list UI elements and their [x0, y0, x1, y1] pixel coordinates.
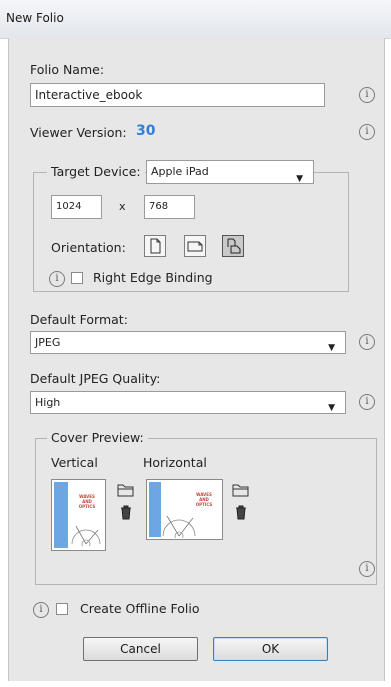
info-icon[interactable]: i: [359, 124, 375, 140]
portrait-button[interactable]: [144, 235, 166, 257]
target-device-value: Apple iPad: [151, 165, 209, 178]
ok-button[interactable]: OK: [213, 637, 328, 661]
folder-icon[interactable]: [232, 483, 250, 497]
landscape-button[interactable]: [184, 235, 206, 257]
cover-spine: [54, 482, 68, 548]
cover-protractor-graphic: [162, 515, 196, 538]
viewer-version-label: Viewer Version:: [30, 125, 127, 140]
trash-icon[interactable]: [234, 505, 248, 520]
info-icon[interactable]: i: [359, 334, 375, 350]
horizontal-cover-thumbnail[interactable]: WAVES AND OPTICS: [146, 479, 223, 540]
chevron-down-icon: ▼: [328, 403, 335, 413]
folder-icon[interactable]: [117, 483, 135, 497]
chevron-down-icon: ▼: [296, 174, 303, 184]
info-icon[interactable]: i: [33, 602, 49, 618]
right-edge-binding-checkbox[interactable]: [71, 272, 83, 284]
info-icon[interactable]: i: [359, 87, 375, 103]
cancel-button[interactable]: Cancel: [83, 637, 198, 661]
vertical-label: Vertical: [51, 455, 98, 470]
cover-title-text: WAVES AND OPTICS: [195, 492, 213, 507]
orientation-label: Orientation:: [51, 240, 126, 255]
portrait-icon: [150, 238, 161, 254]
chevron-down-icon: ▼: [328, 343, 335, 353]
target-device-label: Target Device:: [47, 164, 145, 179]
both-orientations-icon: [227, 238, 241, 254]
trash-icon[interactable]: [119, 505, 133, 520]
window-title: New Folio: [6, 11, 64, 25]
jpeg-quality-value: High: [35, 396, 61, 409]
vertical-cover-thumbnail[interactable]: WAVES AND OPTICS: [51, 479, 106, 551]
title-bar[interactable]: New Folio: [0, 0, 391, 39]
cover-spine: [149, 482, 161, 537]
info-icon[interactable]: i: [359, 394, 375, 410]
create-offline-folio-checkbox[interactable]: [56, 603, 68, 615]
create-offline-folio-label: Create Offline Folio: [80, 601, 200, 616]
height-input[interactable]: 768: [144, 195, 195, 219]
cover-title-text: WAVES AND OPTICS: [78, 494, 96, 509]
cover-preview-label: Cover Preview:: [47, 430, 148, 445]
landscape-icon: [187, 241, 203, 252]
horizontal-label: Horizontal: [143, 455, 207, 470]
folio-name-input[interactable]: Interactive_ebook: [30, 83, 325, 107]
default-format-dropdown[interactable]: JPEG ▼: [30, 331, 346, 354]
viewer-version-value: 30: [136, 123, 156, 139]
width-input[interactable]: 1024: [51, 195, 102, 219]
info-icon[interactable]: i: [359, 561, 375, 577]
default-format-label: Default Format:: [30, 312, 128, 327]
info-icon[interactable]: i: [49, 271, 65, 287]
jpeg-quality-label: Default JPEG Quality:: [30, 371, 161, 386]
folio-name-label: Folio Name:: [30, 62, 105, 77]
both-orientations-button[interactable]: [222, 235, 244, 257]
right-edge-binding-label: Right Edge Binding: [93, 270, 213, 285]
new-folio-dialog: Folio Name: Interactive_ebook i Viewer V…: [8, 38, 385, 681]
default-format-value: JPEG: [35, 336, 61, 349]
target-device-dropdown[interactable]: Apple iPad ▼: [146, 160, 314, 184]
cover-protractor-graphic: [71, 525, 101, 546]
dimension-separator: x: [119, 200, 126, 213]
jpeg-quality-dropdown[interactable]: High ▼: [30, 391, 346, 414]
